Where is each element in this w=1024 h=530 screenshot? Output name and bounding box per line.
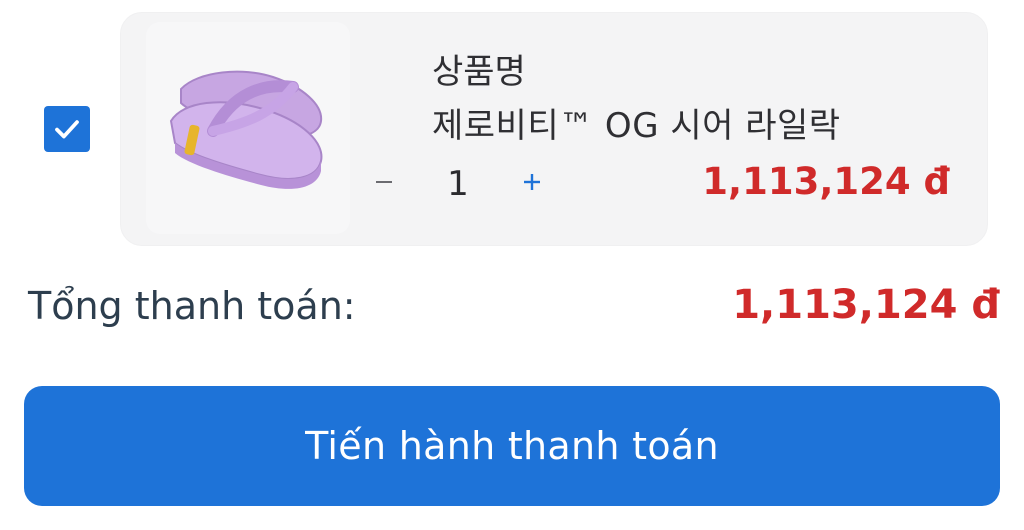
flip-flop-sandal-image bbox=[169, 70, 323, 189]
total-label: Tổng thanh toán: bbox=[28, 284, 356, 328]
minus-icon bbox=[376, 181, 392, 183]
checkout-button-label: Tiến hành thanh toán bbox=[305, 424, 719, 468]
item-select-checkbox[interactable] bbox=[44, 106, 90, 152]
product-name-line-2: 제로비티™ OG 시어 라일락 bbox=[432, 106, 841, 146]
checkout-button[interactable]: Tiến hành thanh toán bbox=[24, 386, 1000, 506]
total-price: 1,113,124 đ bbox=[732, 282, 1000, 328]
quantity-decrease-button[interactable] bbox=[364, 162, 404, 202]
product-name-line-1: 상품명 bbox=[432, 52, 526, 92]
checkmark-icon bbox=[55, 120, 79, 139]
item-price: 1,113,124 đ bbox=[702, 160, 950, 203]
plus-icon bbox=[524, 174, 540, 190]
cart-page: 상품명 제로비티™ OG 시어 라일락 1 1,113,124 đ Tổng t… bbox=[0, 0, 1024, 530]
quantity-increase-button[interactable] bbox=[512, 162, 552, 202]
product-image[interactable] bbox=[146, 22, 350, 234]
quantity-value[interactable]: 1 bbox=[440, 164, 476, 204]
